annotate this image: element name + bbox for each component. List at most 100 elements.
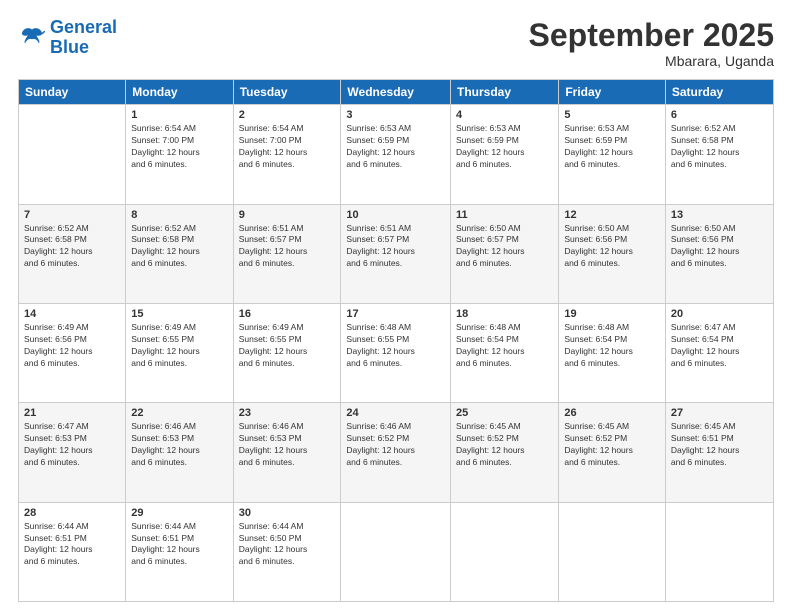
day-number: 13 [671,209,768,221]
day-number: 7 [24,209,120,221]
weekday-header-saturday: Saturday [665,80,773,105]
calendar-cell: 2Sunrise: 6:54 AM Sunset: 7:00 PM Daylig… [233,105,341,204]
day-info: Sunrise: 6:50 AM Sunset: 6:56 PM Dayligh… [564,223,660,271]
day-info: Sunrise: 6:44 AM Sunset: 6:51 PM Dayligh… [131,521,227,569]
day-info: Sunrise: 6:47 AM Sunset: 6:53 PM Dayligh… [24,421,120,469]
calendar-cell: 18 Sunrise: 6:48 AM Sunset: 6:54 PM Dayli… [451,303,559,402]
day-number: 12 [564,209,660,221]
day-info: Sunrise: 6:49 AM Sunset: 6:55 PM Dayligh… [239,322,336,370]
calendar-cell: 3Sunrise: 6:53 AM Sunset: 6:59 PM Daylig… [341,105,451,204]
day-number: 11 [456,209,553,221]
day-number: 5 [564,109,660,121]
day-number: 17 [346,308,445,320]
day-info: Sunrise: 6:46 AM Sunset: 6:53 PM Dayligh… [131,421,227,469]
day-info: Sunrise: 6:53 AM Sunset: 6:59 PM Dayligh… [564,123,660,171]
calendar-cell: 25 Sunrise: 6:45 AM Sunset: 6:52 PM Dayli… [451,403,559,502]
day-number: 1 [131,109,227,121]
calendar-cell: 26Sunrise: 6:45 AM Sunset: 6:52 PM Dayli… [559,403,666,502]
weekday-header-thursday: Thursday [451,80,559,105]
day-number: 4 [456,109,553,121]
day-info: Sunrise: 6:51 AM Sunset: 6:57 PM Dayligh… [346,223,445,271]
calendar-cell: 1 Sunrise: 6:54 AM Sunset: 7:00 PM Daylig… [126,105,233,204]
calendar-cell: 28 Sunrise: 6:44 AM Sunset: 6:51 PM Dayli… [19,502,126,601]
day-number: 21 [24,407,120,419]
calendar-cell [559,502,666,601]
day-number: 20 [671,308,768,320]
day-info: Sunrise: 6:52 AM Sunset: 6:58 PM Dayligh… [671,123,768,171]
week-row-0: 1 Sunrise: 6:54 AM Sunset: 7:00 PM Daylig… [19,105,774,204]
calendar-cell: 24 Sunrise: 6:46 AM Sunset: 6:52 PM Dayli… [341,403,451,502]
day-number: 18 [456,308,553,320]
day-info: Sunrise: 6:46 AM Sunset: 6:52 PM Dayligh… [346,421,445,469]
day-number: 10 [346,209,445,221]
weekday-header-wednesday: Wednesday [341,80,451,105]
logo-icon [18,24,46,52]
day-info: Sunrise: 6:53 AM Sunset: 6:59 PM Dayligh… [346,123,445,171]
calendar-cell: 14 Sunrise: 6:49 AM Sunset: 6:56 PM Dayli… [19,303,126,402]
day-number: 29 [131,507,227,519]
calendar-cell: 23 Sunrise: 6:46 AM Sunset: 6:53 PM Dayli… [233,403,341,502]
day-info: Sunrise: 6:52 AM Sunset: 6:58 PM Dayligh… [24,223,120,271]
day-info: Sunrise: 6:48 AM Sunset: 6:55 PM Dayligh… [346,322,445,370]
day-info: Sunrise: 6:45 AM Sunset: 6:51 PM Dayligh… [671,421,768,469]
calendar-cell: 11 Sunrise: 6:50 AM Sunset: 6:57 PM Dayli… [451,204,559,303]
calendar-cell [341,502,451,601]
day-info: Sunrise: 6:45 AM Sunset: 6:52 PM Dayligh… [456,421,553,469]
calendar-cell: 10 Sunrise: 6:51 AM Sunset: 6:57 PM Dayli… [341,204,451,303]
day-number: 6 [671,109,768,121]
day-info: Sunrise: 6:53 AM Sunset: 6:59 PM Dayligh… [456,123,553,171]
weekday-header-monday: Monday [126,80,233,105]
day-number: 19 [564,308,660,320]
day-info: Sunrise: 6:44 AM Sunset: 6:50 PM Dayligh… [239,521,336,569]
calendar-cell: 20Sunrise: 6:47 AM Sunset: 6:54 PM Dayli… [665,303,773,402]
logo: General Blue [18,18,117,58]
month-title: September 2025 [529,18,774,53]
day-info: Sunrise: 6:49 AM Sunset: 6:56 PM Dayligh… [24,322,120,370]
day-number: 23 [239,407,336,419]
day-info: Sunrise: 6:54 AM Sunset: 7:00 PM Dayligh… [131,123,227,171]
calendar-cell: 19 Sunrise: 6:48 AM Sunset: 6:54 PM Dayli… [559,303,666,402]
day-info: Sunrise: 6:49 AM Sunset: 6:55 PM Dayligh… [131,322,227,370]
calendar-cell: 7 Sunrise: 6:52 AM Sunset: 6:58 PM Daylig… [19,204,126,303]
day-info: Sunrise: 6:44 AM Sunset: 6:51 PM Dayligh… [24,521,120,569]
week-row-4: 28 Sunrise: 6:44 AM Sunset: 6:51 PM Dayli… [19,502,774,601]
calendar-cell: 16 Sunrise: 6:49 AM Sunset: 6:55 PM Dayli… [233,303,341,402]
calendar-cell: 4 Sunrise: 6:53 AM Sunset: 6:59 PM Daylig… [451,105,559,204]
day-number: 25 [456,407,553,419]
calendar-cell: 22Sunrise: 6:46 AM Sunset: 6:53 PM Dayli… [126,403,233,502]
day-number: 28 [24,507,120,519]
day-number: 27 [671,407,768,419]
day-info: Sunrise: 6:48 AM Sunset: 6:54 PM Dayligh… [456,322,553,370]
logo-line1: General [50,17,117,37]
calendar-cell: 12 Sunrise: 6:50 AM Sunset: 6:56 PM Dayli… [559,204,666,303]
calendar-cell: 15Sunrise: 6:49 AM Sunset: 6:55 PM Dayli… [126,303,233,402]
day-number: 16 [239,308,336,320]
weekday-header-sunday: Sunday [19,80,126,105]
calendar-cell: 6 Sunrise: 6:52 AM Sunset: 6:58 PM Daylig… [665,105,773,204]
weekday-header-row: SundayMondayTuesdayWednesdayThursdayFrid… [19,80,774,105]
calendar-cell: 9Sunrise: 6:51 AM Sunset: 6:57 PM Daylig… [233,204,341,303]
page: General Blue September 2025 Mbarara, Uga… [0,0,792,612]
day-number: 30 [239,507,336,519]
day-info: Sunrise: 6:50 AM Sunset: 6:56 PM Dayligh… [671,223,768,271]
title-block: September 2025 Mbarara, Uganda [529,18,774,69]
day-info: Sunrise: 6:52 AM Sunset: 6:58 PM Dayligh… [131,223,227,271]
day-number: 14 [24,308,120,320]
day-info: Sunrise: 6:54 AM Sunset: 7:00 PM Dayligh… [239,123,336,171]
day-number: 26 [564,407,660,419]
calendar-cell [19,105,126,204]
day-number: 8 [131,209,227,221]
calendar-cell: 5 Sunrise: 6:53 AM Sunset: 6:59 PM Daylig… [559,105,666,204]
day-info: Sunrise: 6:46 AM Sunset: 6:53 PM Dayligh… [239,421,336,469]
logo-text: General Blue [50,18,117,58]
day-info: Sunrise: 6:50 AM Sunset: 6:57 PM Dayligh… [456,223,553,271]
week-row-1: 7 Sunrise: 6:52 AM Sunset: 6:58 PM Daylig… [19,204,774,303]
header: General Blue September 2025 Mbarara, Uga… [18,18,774,69]
calendar-cell: 27 Sunrise: 6:45 AM Sunset: 6:51 PM Dayli… [665,403,773,502]
location-subtitle: Mbarara, Uganda [529,53,774,69]
calendar-cell: 29 Sunrise: 6:44 AM Sunset: 6:51 PM Dayli… [126,502,233,601]
day-number: 24 [346,407,445,419]
logo-line2: Blue [50,38,117,58]
day-info: Sunrise: 6:48 AM Sunset: 6:54 PM Dayligh… [564,322,660,370]
calendar-table: SundayMondayTuesdayWednesdayThursdayFrid… [18,79,774,602]
